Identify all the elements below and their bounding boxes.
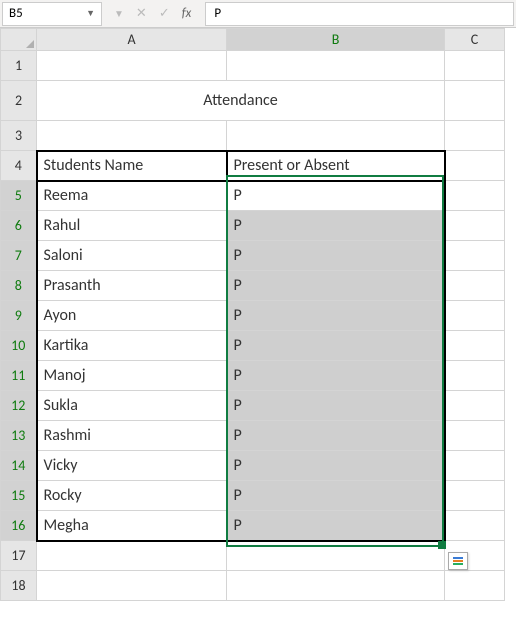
cell-b9[interactable]: P (227, 301, 445, 331)
enter-icon[interactable]: ✓ (159, 6, 170, 21)
cell-b1[interactable] (227, 51, 445, 81)
cell-b8[interactable]: P (227, 271, 445, 301)
dropdown-icon[interactable]: ▼ (114, 7, 124, 20)
cell-a3[interactable] (37, 121, 227, 151)
row-header-10[interactable]: 10 (1, 331, 37, 361)
cell-b16[interactable]: P (227, 511, 445, 541)
cell-a18[interactable] (37, 571, 227, 601)
cell-c2[interactable] (445, 81, 505, 121)
cell-a15[interactable]: Rocky (37, 481, 227, 511)
title-cell[interactable]: Attendance (37, 81, 445, 121)
cell-c12[interactable] (445, 391, 505, 421)
cell-b6[interactable]: P (227, 211, 445, 241)
cell-b12[interactable]: P (227, 391, 445, 421)
cell-a9[interactable]: Ayon (37, 301, 227, 331)
spreadsheet-grid[interactable]: A B C 1 2 Attendance 3 4 Students Name P… (0, 28, 516, 601)
cell-c4[interactable] (445, 151, 505, 181)
row-header-14[interactable]: 14 (1, 451, 37, 481)
formula-input[interactable]: P (205, 2, 514, 26)
cell-c8[interactable] (445, 271, 505, 301)
row-header-1[interactable]: 1 (1, 51, 37, 81)
cell-a8[interactable]: Prasanth (37, 271, 227, 301)
col-header-b[interactable]: B (227, 29, 445, 51)
cell-a1[interactable] (37, 51, 227, 81)
name-box[interactable]: B5 ▼ (2, 2, 102, 26)
row-header-4[interactable]: 4 (1, 151, 37, 181)
cell-c1[interactable] (445, 51, 505, 81)
row-header-8[interactable]: 8 (1, 271, 37, 301)
formula-bar: B5 ▼ ▼ ✕ ✓ fx P (0, 0, 516, 28)
row-header-7[interactable]: 7 (1, 241, 37, 271)
row-header-18[interactable]: 18 (1, 571, 37, 601)
col-header-a[interactable]: A (37, 29, 227, 51)
cell-a7[interactable]: Saloni (37, 241, 227, 271)
cell-a16[interactable]: Megha (37, 511, 227, 541)
cell-a11[interactable]: Manoj (37, 361, 227, 391)
row-header-9[interactable]: 9 (1, 301, 37, 331)
row-header-16[interactable]: 16 (1, 511, 37, 541)
row-header-6[interactable]: 6 (1, 211, 37, 241)
row-header-5[interactable]: 5 (1, 181, 37, 211)
cell-c13[interactable] (445, 421, 505, 451)
col-header-c[interactable]: C (445, 29, 505, 51)
cell-b17[interactable] (227, 541, 445, 571)
cell-b5[interactable]: P (227, 181, 445, 211)
cell-b18[interactable] (227, 571, 445, 601)
header-students[interactable]: Students Name (37, 151, 227, 181)
cell-c6[interactable] (445, 211, 505, 241)
cell-b14[interactable]: P (227, 451, 445, 481)
header-status[interactable]: Present or Absent (227, 151, 445, 181)
cell-c18[interactable] (445, 571, 505, 601)
formula-input-value: P (214, 6, 221, 21)
cell-c3[interactable] (445, 121, 505, 151)
cell-b13[interactable]: P (227, 421, 445, 451)
cell-b10[interactable]: P (227, 331, 445, 361)
cell-b3[interactable] (227, 121, 445, 151)
name-box-dropdown-icon[interactable]: ▼ (86, 8, 95, 19)
cell-c14[interactable] (445, 451, 505, 481)
cell-c10[interactable] (445, 331, 505, 361)
cell-c5[interactable] (445, 181, 505, 211)
cell-a17[interactable] (37, 541, 227, 571)
cell-b11[interactable]: P (227, 361, 445, 391)
row-header-15[interactable]: 15 (1, 481, 37, 511)
cell-b15[interactable]: P (227, 481, 445, 511)
cell-a14[interactable]: Vicky (37, 451, 227, 481)
fx-icon[interactable]: fx (182, 6, 192, 21)
row-header-12[interactable]: 12 (1, 391, 37, 421)
cell-c9[interactable] (445, 301, 505, 331)
autofill-options-icon[interactable] (448, 552, 468, 570)
cell-a10[interactable]: Kartika (37, 331, 227, 361)
cell-a13[interactable]: Rashmi (37, 421, 227, 451)
select-all-corner[interactable] (1, 29, 37, 51)
cell-b7[interactable]: P (227, 241, 445, 271)
row-header-3[interactable]: 3 (1, 121, 37, 151)
cell-a6[interactable]: Rahul (37, 211, 227, 241)
row-header-17[interactable]: 17 (1, 541, 37, 571)
cell-c11[interactable] (445, 361, 505, 391)
cell-c7[interactable] (445, 241, 505, 271)
cancel-icon[interactable]: ✕ (136, 6, 147, 21)
row-header-11[interactable]: 11 (1, 361, 37, 391)
formula-bar-buttons: ▼ ✕ ✓ fx (104, 6, 205, 21)
cell-a12[interactable]: Sukla (37, 391, 227, 421)
cell-a5[interactable]: Reema (37, 181, 227, 211)
name-box-value: B5 (9, 6, 23, 21)
row-header-13[interactable]: 13 (1, 421, 37, 451)
cell-c16[interactable] (445, 511, 505, 541)
cell-c15[interactable] (445, 481, 505, 511)
row-header-2[interactable]: 2 (1, 81, 37, 121)
